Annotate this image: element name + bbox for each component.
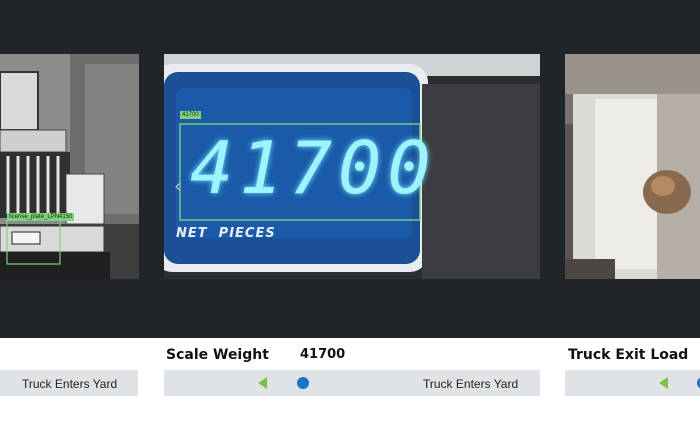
timeline-prev-arrow-icon[interactable] [258, 377, 267, 389]
timeline-bar-center: Truck Enters Yard [164, 370, 540, 396]
timeline-bar-right [565, 370, 700, 396]
truck-entry-camera-image[interactable]: license_plate_LPN4150 [0, 54, 139, 279]
scale-weight-title: Scale Weight [166, 347, 269, 363]
timeline-event-label: Truck Enters Yard [423, 377, 519, 391]
license-plate-detection-label: license_plate_LPN4150 [7, 213, 75, 221]
lcd-weight-digits: 41700 [190, 126, 437, 210]
timeline-bar-left: Truck Enters Yard [0, 370, 138, 396]
timeline-prev-arrow-icon[interactable] [659, 377, 668, 389]
truck-front-illustration [0, 54, 139, 279]
truck-exit-illustration [565, 54, 700, 279]
truck-exit-load-title: Truck Exit Load [568, 347, 689, 363]
lcd-caption: NET PIECES [176, 226, 276, 241]
timeline-position-marker[interactable] [297, 377, 309, 389]
carousel-prev-chevron-icon[interactable]: ‹ [174, 178, 181, 196]
weight-detection-label: 41700 [180, 111, 201, 119]
timeline-event-label: Truck Enters Yard [22, 377, 118, 391]
scale-weight-camera-image[interactable]: 41700 41700 NET PIECES [164, 54, 540, 279]
scale-weight-value: 41700 [300, 347, 346, 362]
truck-exit-load-image[interactable] [565, 54, 700, 279]
